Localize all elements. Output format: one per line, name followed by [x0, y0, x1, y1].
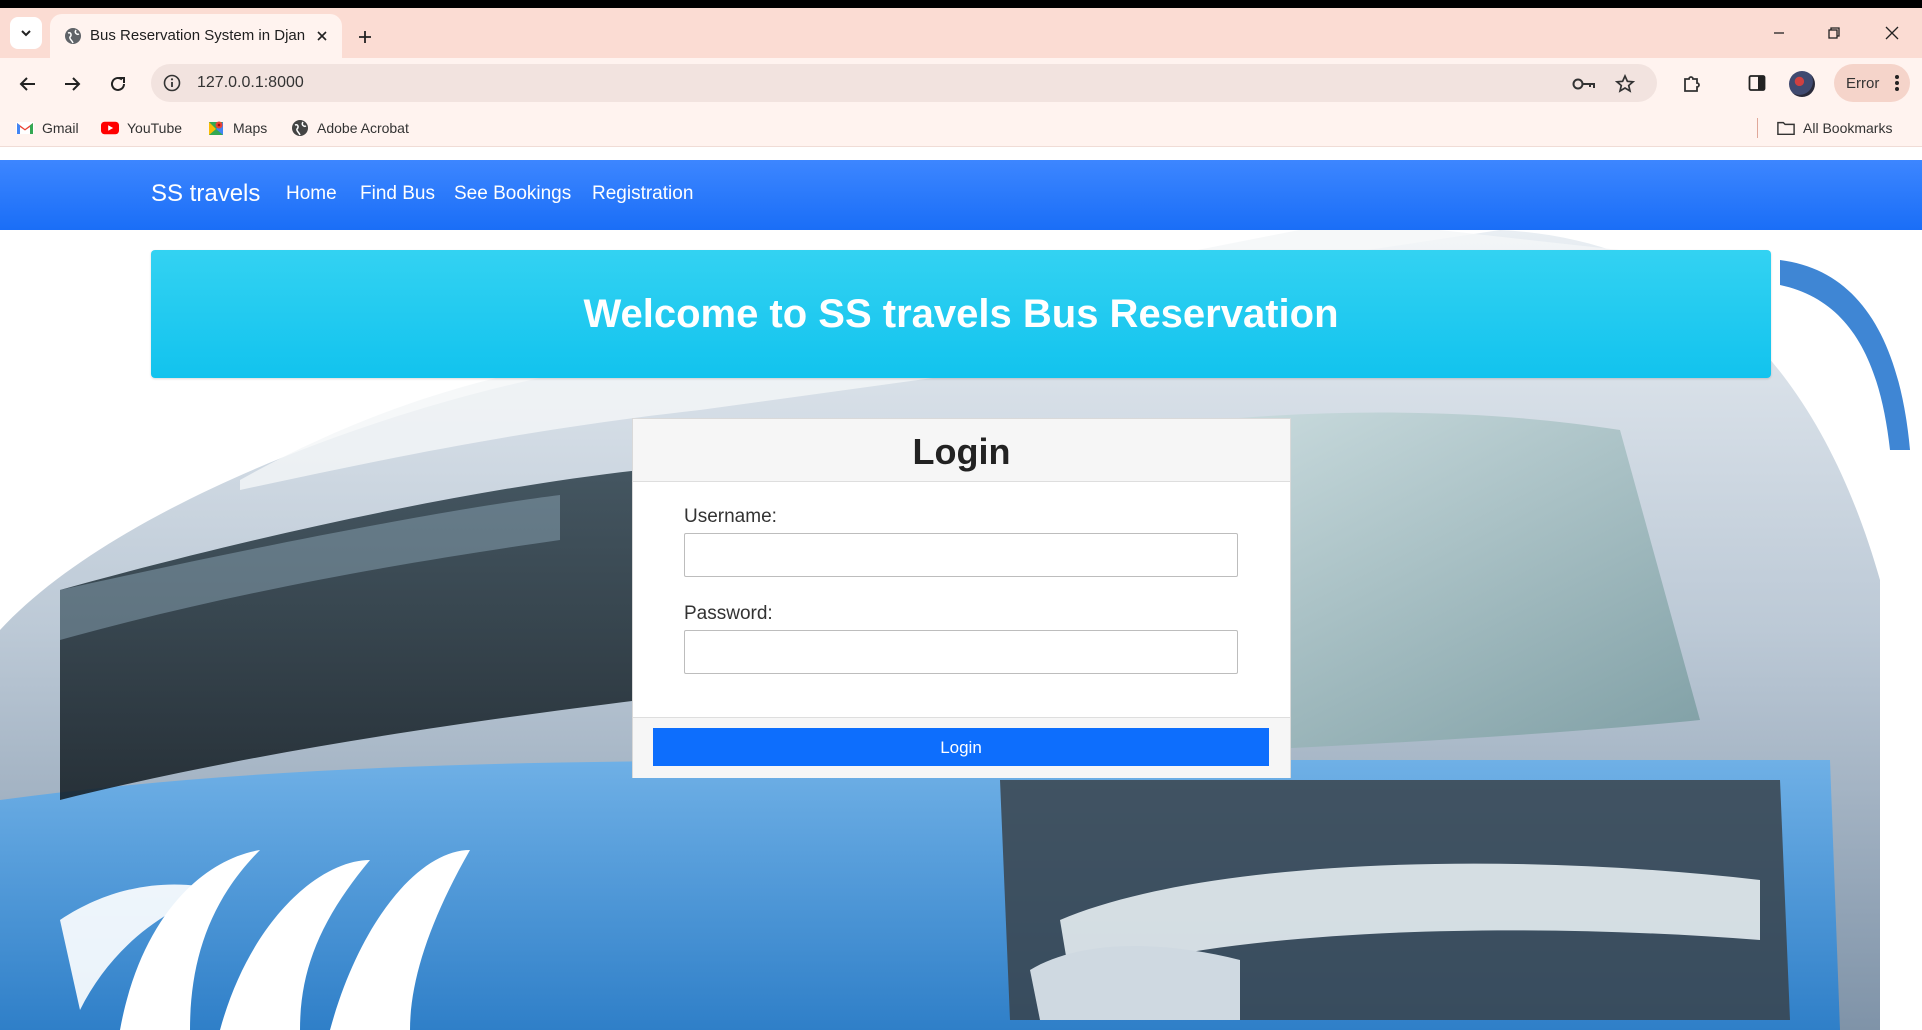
error-label: Error	[1846, 75, 1880, 92]
login-card-footer: Login	[633, 717, 1290, 778]
all-bookmarks-button[interactable]: All Bookmarks	[1777, 117, 1892, 139]
browser-window: Bus Reservation System in Djan 127.0.0.1…	[0, 8, 1922, 1030]
globe-icon	[291, 119, 309, 137]
close-window-button[interactable]	[1870, 18, 1914, 48]
browser-toolbar: 127.0.0.1:8000 Error	[0, 58, 1922, 108]
nav-registration[interactable]: Registration	[592, 183, 693, 205]
bookmark-label: Adobe Acrobat	[317, 120, 409, 136]
bookmark-label: Gmail	[42, 120, 79, 136]
login-card: Login Username: Password: Login	[632, 418, 1291, 778]
key-icon	[1572, 78, 1595, 90]
minimize-button[interactable]	[1757, 18, 1801, 48]
password-key-button[interactable]	[1571, 71, 1597, 97]
puzzle-icon	[1684, 76, 1700, 92]
login-button[interactable]: Login	[653, 728, 1269, 766]
bookmarks-divider	[1757, 118, 1758, 138]
username-label: Username:	[684, 506, 777, 527]
bookmark-label: Maps	[233, 120, 268, 136]
username-input[interactable]	[684, 533, 1238, 577]
maps-icon	[207, 119, 225, 137]
restore-icon	[1828, 27, 1840, 39]
site-brand[interactable]: SS travels	[151, 180, 260, 208]
all-bookmarks-label: All Bookmarks	[1803, 120, 1893, 136]
info-icon	[163, 74, 181, 92]
password-label: Password:	[684, 603, 773, 624]
gmail-icon	[16, 119, 34, 137]
close-icon	[317, 31, 327, 41]
forward-button[interactable]	[55, 67, 89, 101]
bookmarks-bar: Gmail YouTube Maps Adobe Acrobat All Boo…	[0, 108, 1922, 147]
back-button[interactable]	[11, 67, 45, 101]
nav-find-bus[interactable]: Find Bus	[360, 183, 435, 205]
site-navbar: SS travels Home Find Bus See Bookings Re…	[0, 160, 1922, 230]
restore-button[interactable]	[1812, 18, 1856, 48]
browser-tab-active[interactable]: Bus Reservation System in Djan	[50, 14, 342, 58]
arrow-left-icon	[19, 77, 35, 91]
welcome-title: Welcome to SS travels Bus Reservation	[583, 292, 1339, 336]
arrow-right-icon	[65, 77, 81, 91]
bookmark-star-button[interactable]	[1612, 71, 1638, 97]
nav-see-bookings[interactable]: See Bookings	[454, 183, 571, 205]
tab-title: Bus Reservation System in Djan	[90, 27, 306, 44]
bookmark-adobe-acrobat[interactable]: Adobe Acrobat	[291, 117, 409, 139]
bookmark-label: YouTube	[127, 120, 183, 136]
nav-home[interactable]: Home	[286, 183, 337, 205]
tab-strip: Bus Reservation System in Djan	[0, 8, 1922, 58]
url-text[interactable]: 127.0.0.1:8000	[197, 74, 304, 92]
reload-button[interactable]	[101, 67, 135, 101]
plus-icon	[359, 31, 371, 43]
bookmark-youtube[interactable]: YouTube	[101, 117, 182, 139]
address-bar[interactable]: 127.0.0.1:8000	[151, 64, 1657, 102]
chevron-down-icon	[21, 30, 31, 37]
profile-avatar[interactable]	[1789, 71, 1815, 97]
star-icon	[1615, 74, 1635, 93]
extensions-button[interactable]	[1676, 67, 1708, 99]
login-card-header: Login	[633, 419, 1290, 482]
bookmark-maps[interactable]: Maps	[207, 117, 267, 139]
error-chip[interactable]: Error	[1834, 64, 1910, 102]
kebab-menu-icon	[1895, 75, 1899, 91]
welcome-banner: Welcome to SS travels Bus Reservation	[151, 250, 1771, 378]
side-panel-button[interactable]	[1741, 67, 1773, 99]
minimize-icon	[1774, 32, 1784, 34]
new-tab-button[interactable]	[350, 22, 380, 52]
reload-icon	[111, 76, 125, 91]
folder-icon	[1777, 119, 1795, 137]
globe-icon	[65, 28, 81, 44]
youtube-icon	[101, 119, 119, 137]
side-panel-icon	[1748, 75, 1766, 91]
browser-menu-button[interactable]	[1888, 73, 1906, 93]
login-title: Login	[912, 431, 1011, 472]
tab-search-button[interactable]	[10, 17, 42, 49]
close-tab-button[interactable]	[312, 26, 332, 46]
password-input[interactable]	[684, 630, 1238, 674]
bookmark-gmail[interactable]: Gmail	[16, 117, 79, 139]
site-info-button[interactable]	[161, 72, 183, 94]
web-page: SS travels Home Find Bus See Bookings Re…	[0, 160, 1922, 1030]
close-icon	[1885, 26, 1899, 40]
